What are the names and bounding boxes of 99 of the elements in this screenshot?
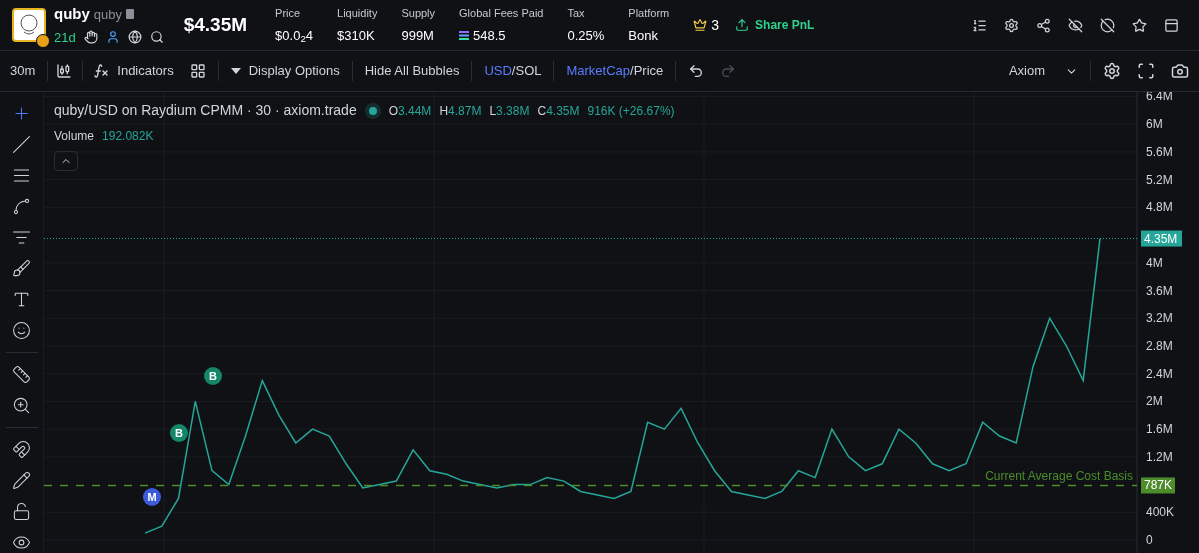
trade-marker[interactable]: B (204, 367, 222, 385)
volume-label: Volume (54, 128, 95, 145)
axis-label: 2.8M (1146, 338, 1173, 353)
stat-label: Supply (401, 6, 436, 21)
axis-label: 2M (1146, 394, 1163, 409)
unit-toggle[interactable]: MarketCap (566, 61, 631, 81)
unit-toggle[interactable]: USD (484, 61, 512, 81)
copy-icon[interactable] (126, 9, 135, 20)
lines-tool-icon[interactable] (12, 166, 31, 185)
stat-label: Global Fees Paid (459, 6, 544, 21)
volume-value: 192.082K (102, 128, 154, 145)
brush-tool-icon[interactable] (12, 259, 31, 278)
market-cap: $4.35M (183, 12, 248, 37)
crossed-circle-icon[interactable] (1100, 17, 1115, 33)
axis-label: 3.2M (1146, 311, 1173, 326)
user-icon[interactable] (105, 30, 120, 45)
slash-separator: / (511, 62, 516, 81)
axis-label: 5.6M (1146, 144, 1173, 159)
stat-label: Tax (567, 6, 586, 21)
pattern-tool-icon[interactable] (12, 197, 31, 216)
badge-icon (36, 34, 50, 48)
share-icon[interactable] (1036, 17, 1051, 33)
stat-label: Platform (628, 6, 670, 21)
emoji-tool-icon[interactable] (12, 321, 31, 340)
crosshair-tool-icon[interactable] (12, 104, 31, 123)
axis-label: 5.2M (1146, 172, 1173, 187)
stat-value: 999M (401, 26, 434, 45)
unit-toggle[interactable]: SOL (515, 61, 542, 81)
axis-label: 6M (1146, 117, 1163, 132)
stat-value: $310K (337, 26, 375, 45)
magnet-tool-icon[interactable] (12, 440, 31, 459)
lock-draw-tool-icon[interactable] (12, 471, 31, 490)
crown-icon (693, 18, 708, 32)
axis-label: 6.4M (1146, 92, 1173, 104)
display-options-button[interactable]: Display Options (230, 61, 340, 81)
share-pnl-button[interactable]: Share PnL (735, 16, 815, 34)
grid-icon[interactable] (189, 63, 206, 79)
upload-icon (735, 18, 750, 32)
axis-label: 4M (1146, 255, 1163, 270)
axis-label: 0 (1146, 533, 1153, 547)
hand-icon[interactable] (83, 30, 98, 45)
token-name: quby (54, 4, 90, 24)
indicators-button[interactable]: Indicators (93, 61, 174, 81)
source-dropdown[interactable]: Axiom (1008, 61, 1078, 81)
caret-icon (230, 68, 241, 74)
search-icon[interactable] (149, 30, 164, 45)
fib-tool-icon[interactable] (12, 228, 31, 247)
stat-value: $0.0$_{2}$4 (275, 26, 314, 45)
interval-button[interactable]: 30m (6, 61, 40, 81)
ohlc-value: L3.38M (489, 102, 530, 120)
eye-tool-icon[interactable] (12, 533, 31, 552)
token-logo (12, 8, 46, 42)
candlestick-icon[interactable] (56, 63, 73, 79)
trade-marker[interactable]: M (143, 488, 161, 506)
fullscreen-icon[interactable] (1137, 62, 1155, 80)
ref-line-label: 4.35M (1144, 231, 1178, 246)
trade-marker[interactable]: B (170, 424, 188, 442)
crown-count: 3 (711, 15, 720, 35)
function-icon (93, 63, 110, 79)
globe-icon[interactable] (127, 30, 142, 45)
ohlc-value: H4.87M (439, 102, 482, 120)
axis-label: 2.4M (1146, 366, 1173, 381)
axis-label: 1.6M (1146, 422, 1173, 437)
settings-icon[interactable] (1004, 17, 1019, 33)
axis-label: 4.8M (1146, 200, 1173, 215)
unit-toggle[interactable]: Price (633, 61, 664, 81)
trendline-tool-icon[interactable] (12, 135, 31, 154)
lock-tool-icon[interactable] (12, 502, 31, 521)
stat-value: Bonk (628, 26, 658, 45)
collapse-button[interactable] (54, 151, 78, 171)
list-icon[interactable] (972, 17, 987, 33)
hide-bubbles-button[interactable]: Hide All Bubbles (364, 61, 460, 81)
zoom-tool-icon[interactable] (12, 396, 31, 415)
price-tag: 4.35M (1141, 230, 1182, 247)
axis-label: 1.2M (1146, 449, 1173, 464)
axis-label: 400K (1146, 505, 1175, 520)
cost-basis-label: Current Average Cost Basis (985, 469, 1133, 484)
star-icon[interactable] (1132, 17, 1147, 33)
camera-icon[interactable] (1171, 62, 1189, 80)
text-tool-icon[interactable] (12, 290, 31, 309)
stat-value: 0.25% (567, 26, 605, 45)
solana-icon (459, 30, 470, 40)
stat-value: 548.5 (473, 26, 506, 45)
token-age: 21d (54, 28, 76, 47)
ruler-tool-icon[interactable] (12, 365, 31, 384)
axis-label: 3.6M (1146, 283, 1173, 298)
eye-off-icon[interactable] (1068, 17, 1083, 33)
slash-separator: / (630, 62, 634, 81)
stat-label: Liquidity (337, 6, 378, 21)
token-ticker: quby (93, 5, 123, 24)
undo-icon[interactable] (688, 63, 705, 79)
stat-label: Price (275, 6, 302, 21)
ohlc-value: C4.35M (537, 102, 580, 120)
settings-icon[interactable] (1103, 62, 1121, 80)
chart-title: quby/USD on Raydium CPMM · 30 · axiom.trade (54, 101, 357, 120)
price-tag: 787K (1141, 477, 1175, 494)
ohlc-value: O3.44M (388, 102, 432, 120)
panel-icon[interactable] (1164, 17, 1179, 33)
change-value: 916K (+26.67%) (587, 102, 675, 120)
